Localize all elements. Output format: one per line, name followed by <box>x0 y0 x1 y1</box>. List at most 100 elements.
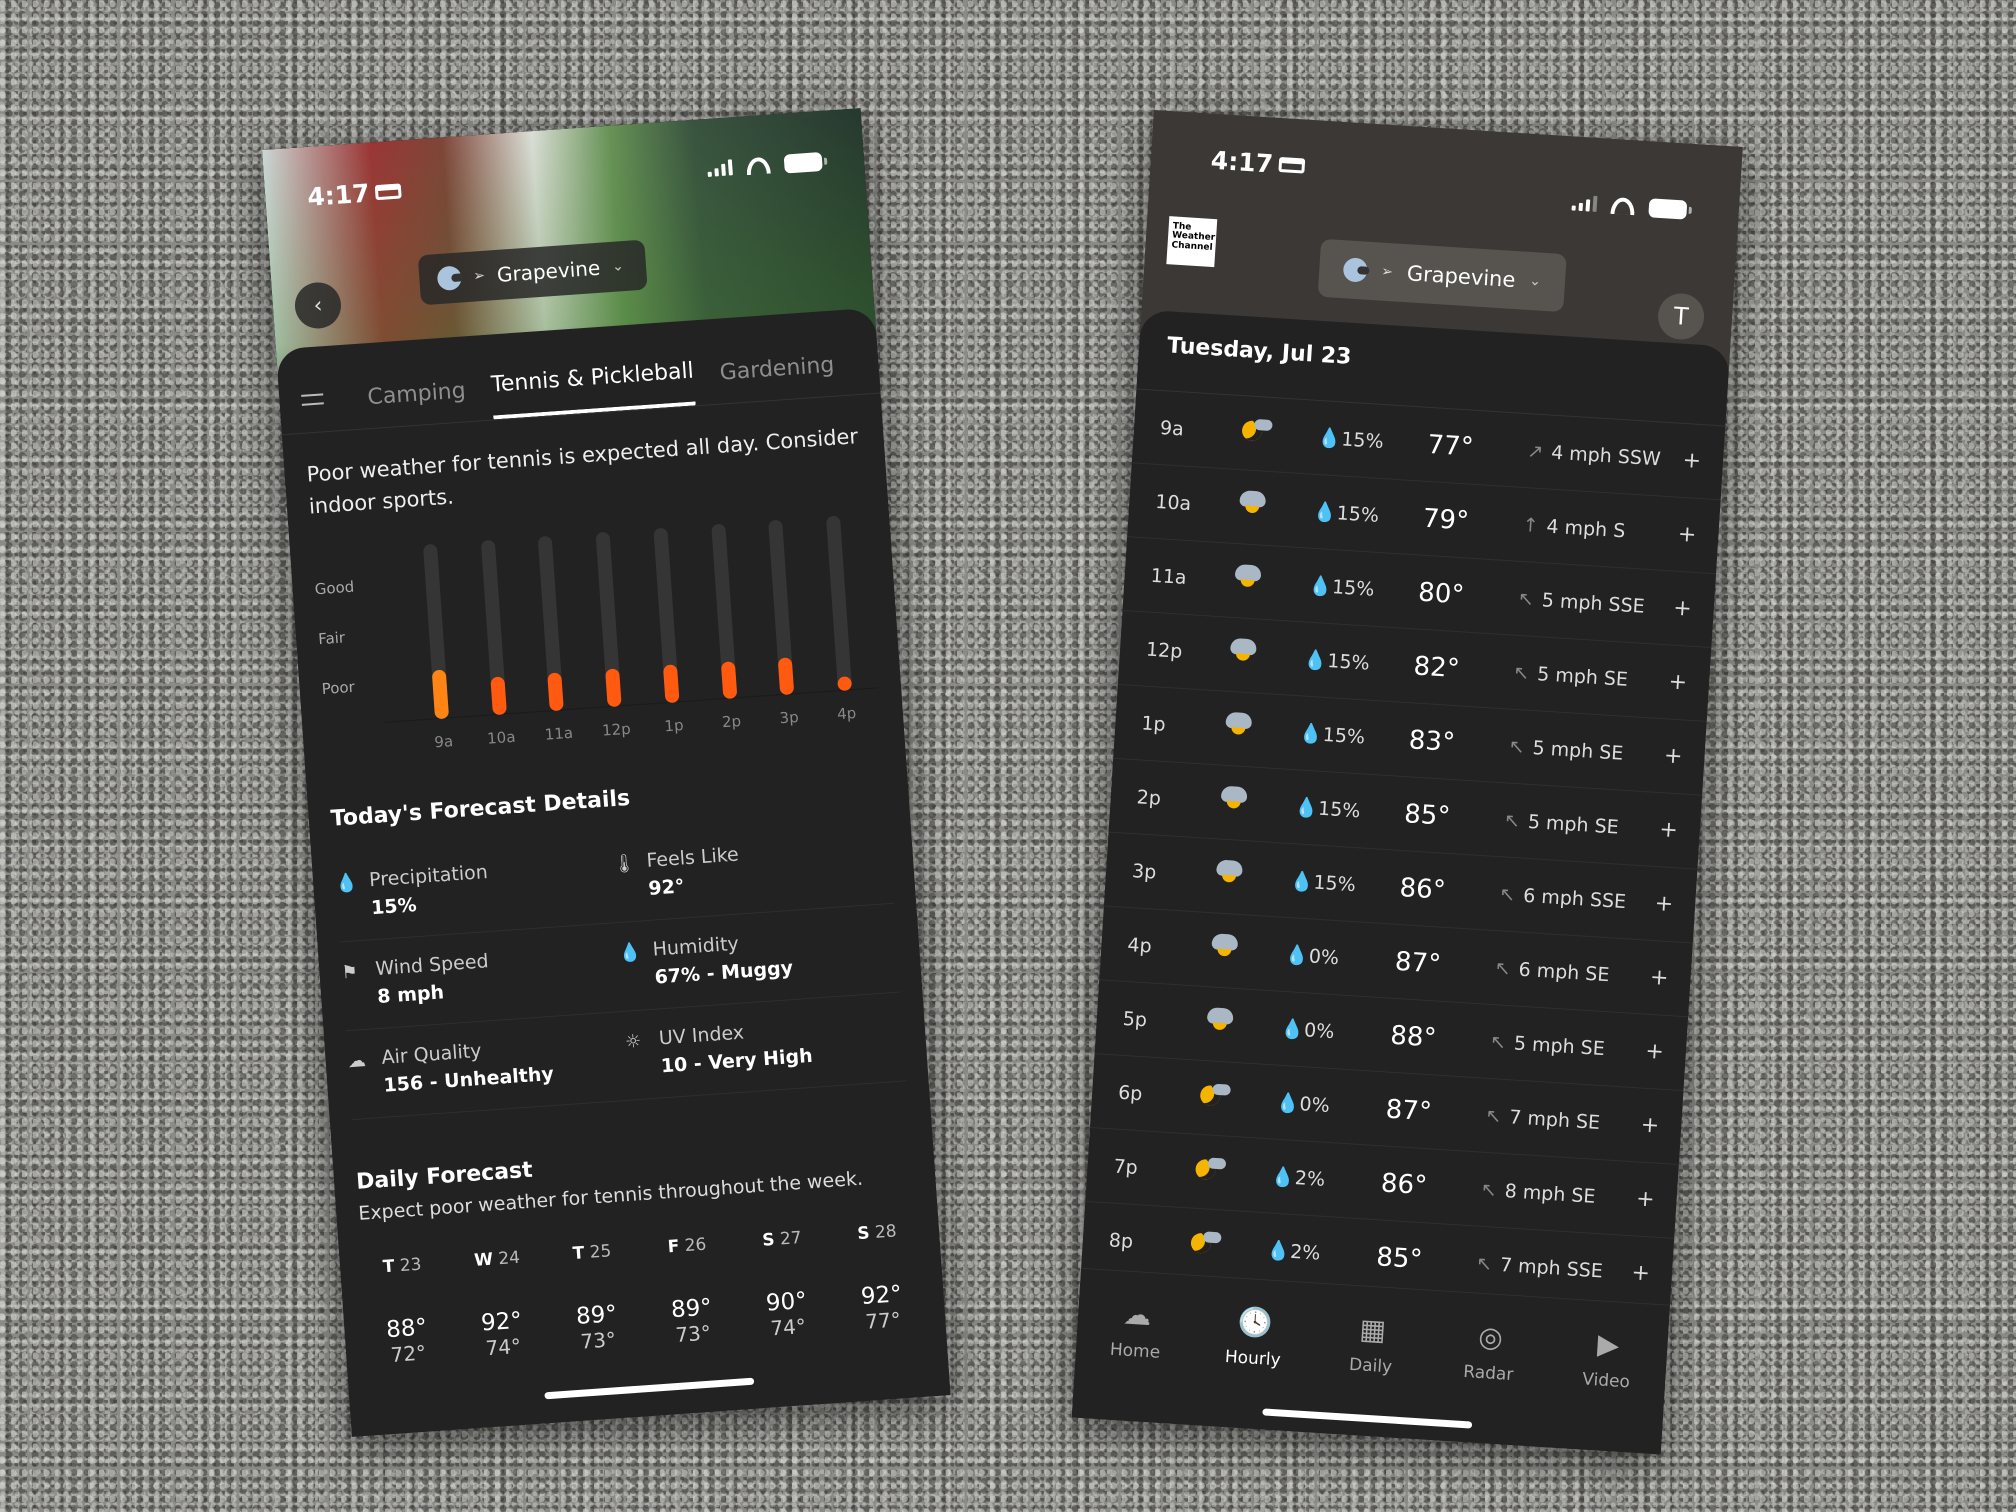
wind-direction-icon: ↖ <box>1512 661 1530 685</box>
daily-day[interactable]: W 24 92° 74° <box>457 1247 544 1362</box>
tab-home[interactable]: ☁ Home <box>1081 1295 1189 1424</box>
hour-precip: 15% <box>1331 576 1375 601</box>
daily-forecast-strip[interactable]: T 23 88° 72° W 24 92° 74° T 25 89° 73° F 26… <box>362 1220 924 1369</box>
droplet-icon: 💧 <box>334 872 359 895</box>
day-date: 26 <box>684 1234 708 1257</box>
droplet-icon: 💧 <box>1289 870 1315 894</box>
location-arrow-icon: ➢ <box>1380 263 1394 281</box>
day-low: 72° <box>389 1340 427 1367</box>
hourly-sheet: Tuesday, Jul 23 9a 💧15% 77° ↗ 4 mph SSW +… <box>1071 309 1731 1455</box>
hour-temp: 88° <box>1389 1020 1438 1054</box>
chart-bar-fill <box>662 663 680 704</box>
chart-bar-track <box>768 519 795 696</box>
status-time: 4:17 <box>1210 145 1274 179</box>
chart-bar-fill <box>490 675 507 716</box>
profile-avatar[interactable]: T <box>1656 292 1706 341</box>
chart-bar-fill <box>720 661 737 700</box>
hour-time: 8p <box>1108 1228 1134 1253</box>
hour-temp: 86° <box>1380 1167 1429 1201</box>
daily-day[interactable]: T 23 88° 72° <box>362 1253 449 1368</box>
droplet-icon: 💧 <box>1279 1017 1305 1042</box>
clock-icon: 🕓 <box>1236 1304 1274 1340</box>
day-low: 73° <box>579 1327 617 1354</box>
hour-wind: 8 mph SE <box>1504 1179 1597 1208</box>
daily-day[interactable]: T 25 89° 73° <box>551 1240 638 1355</box>
cellular-signal-icon <box>1571 194 1598 212</box>
wifi-icon <box>1610 196 1636 215</box>
wind-direction-icon: ↖ <box>1503 808 1521 832</box>
daily-day[interactable]: S 27 90° 74° <box>741 1227 828 1342</box>
expand-plus-icon[interactable]: + <box>1667 595 1693 622</box>
expand-plus-icon[interactable]: + <box>1625 1260 1651 1286</box>
daily-day[interactable]: S 28 92° 77° <box>836 1220 923 1335</box>
status-bar: 4:17 <box>1150 136 1741 220</box>
weather-logo-icon <box>1342 257 1369 283</box>
hour-time: 6p <box>1117 1081 1144 1105</box>
chart-x-label: 2p <box>721 711 742 732</box>
mostly-cloudy-icon <box>1219 709 1257 741</box>
thermometer-person-icon: 🌡 <box>611 852 637 876</box>
day-of-week: S <box>856 1223 871 1245</box>
chart-bar-column: 10a <box>460 538 528 748</box>
hour-wind: 5 mph SSE <box>1541 588 1646 618</box>
expand-plus-icon[interactable]: + <box>1676 448 1702 474</box>
chart-x-label: 11a <box>544 723 574 744</box>
expand-plus-icon[interactable]: + <box>1644 965 1669 991</box>
location-name: Grapevine <box>496 255 601 287</box>
hour-wind: 4 mph S <box>1545 514 1626 542</box>
expand-plus-icon[interactable]: + <box>1658 743 1683 769</box>
expand-plus-icon[interactable]: + <box>1672 521 1697 548</box>
chart-bar-fill <box>431 669 450 720</box>
y-label-fair: Fair <box>317 628 346 649</box>
expand-plus-icon[interactable]: + <box>1634 1112 1660 1139</box>
wind-direction-icon: ↖ <box>1498 882 1517 906</box>
expand-plus-icon[interactable]: + <box>1639 1038 1665 1065</box>
droplet-icon: 💧 <box>1275 1091 1301 1116</box>
tab-gardening[interactable]: Gardening <box>719 353 836 404</box>
detail-air-quality: ☁ Air Quality 156 - Unhealthy <box>345 1011 630 1121</box>
daily-day[interactable]: F 26 89° 73° <box>646 1233 733 1348</box>
chart-bar-track <box>595 531 622 708</box>
droplet-icon: 💧 <box>1303 648 1329 672</box>
expand-plus-icon[interactable]: + <box>1662 669 1688 695</box>
wind-direction-icon: ↖ <box>1484 1104 1503 1128</box>
wind-direction-icon: ↗ <box>1526 439 1544 463</box>
hour-temp: 85° <box>1375 1241 1424 1275</box>
hour-wind: 5 mph SE <box>1536 662 1629 691</box>
tab-camping[interactable]: Camping <box>367 378 468 428</box>
droplet-icon: 💧 <box>1284 943 1310 968</box>
mostly-cloudy-icon <box>1205 931 1243 963</box>
chart-bars: 9a 10a 11a 12p 1p 2p 3p 4p <box>402 514 879 751</box>
wind-direction-icon: ↖ <box>1475 1252 1493 1275</box>
day-of-week: T <box>382 1256 396 1278</box>
hourly-forecast-phone: 4:17 The Weather Channel ➢ Grapevine ⌄ T… <box>1071 110 1743 1455</box>
chart-x-label: 3p <box>778 707 800 728</box>
tab-video[interactable]: ▶ Video <box>1552 1325 1660 1454</box>
chart-bar-track <box>825 515 853 692</box>
weather-channel-logo[interactable]: The Weather Channel <box>1166 216 1218 268</box>
location-selector[interactable]: ➢ Grapevine ⌄ <box>1317 238 1567 313</box>
battery-icon <box>783 151 823 174</box>
hour-time: 9a <box>1159 416 1185 440</box>
hour-temp: 87° <box>1394 946 1442 980</box>
hour-wind: 5 mph SE <box>1513 1031 1606 1060</box>
sleep-focus-icon <box>1278 156 1306 174</box>
chart-x-label: 9a <box>433 732 454 752</box>
hour-precip: 2% <box>1289 1240 1322 1265</box>
tab-label: Hourly <box>1224 1346 1282 1371</box>
expand-plus-icon[interactable]: + <box>1653 817 1679 843</box>
expand-plus-icon[interactable]: + <box>1648 891 1674 917</box>
hour-precip: 0% <box>1298 1093 1331 1117</box>
battery-icon <box>1648 197 1688 220</box>
wifi-icon <box>745 156 771 175</box>
expand-plus-icon[interactable]: + <box>1630 1186 1655 1212</box>
filter-sliders-icon[interactable] <box>301 387 324 410</box>
detail-label: UV Index <box>658 1021 745 1050</box>
chart-bar-track <box>710 523 737 700</box>
hour-wind: 7 mph SSE <box>1499 1253 1604 1282</box>
mostly-cloudy-icon <box>1214 783 1252 815</box>
hour-precip: 15% <box>1322 723 1366 749</box>
partly-cloudy-night-icon <box>1191 1152 1229 1184</box>
droplet-icon: 💧 <box>1265 1239 1291 1263</box>
chart-x-label: 10a <box>486 727 517 748</box>
